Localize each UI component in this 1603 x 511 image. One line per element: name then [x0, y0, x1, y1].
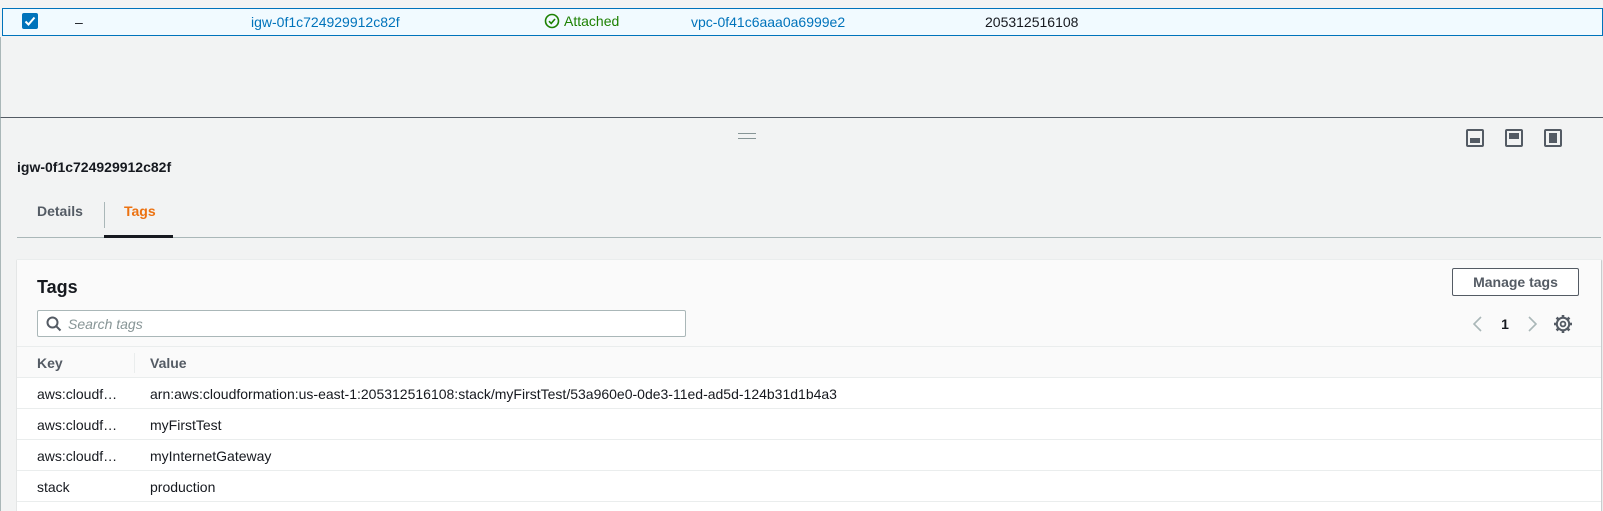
row-state: Attached: [544, 13, 619, 29]
manage-tags-button[interactable]: Manage tags: [1452, 268, 1579, 296]
tag-key: stack: [37, 479, 70, 495]
search-tags-field[interactable]: [37, 310, 686, 337]
tab-list: Details Tags: [17, 193, 1601, 238]
tags-title: Tags: [37, 277, 78, 297]
table-row: aws:cloudf… arn:aws:cloudformation:us-ea…: [17, 378, 1601, 409]
row-owner: 205312516108: [985, 14, 1079, 30]
table-row: aws:cloudf… myFirstTest: [17, 409, 1601, 440]
search-icon: [46, 316, 62, 332]
tag-value: myFirstTest: [150, 417, 222, 433]
table-empty-area: [0, 37, 1603, 117]
search-input[interactable]: [68, 314, 668, 334]
tab-tags[interactable]: Tags: [104, 193, 173, 238]
selected-table-row[interactable]: – igw-0f1c724929912c82f Attached vpc-0f4…: [2, 8, 1603, 36]
split-panel: igw-0f1c724929912c82f Details Tags Tags …: [0, 117, 1603, 511]
split-panel-title: igw-0f1c724929912c82f: [17, 159, 172, 175]
table-row: stack production: [17, 471, 1601, 502]
column-divider[interactable]: [134, 353, 135, 373]
chevron-right-icon: [1528, 316, 1538, 332]
panel-full-icon[interactable]: [1544, 129, 1562, 147]
gear-icon[interactable]: [1553, 314, 1573, 334]
table-row: aws:cloudf… myInternetGateway: [17, 440, 1601, 471]
panel-side-icon[interactable]: [1505, 129, 1523, 147]
tag-value: arn:aws:cloudformation:us-east-1:2053125…: [150, 386, 837, 402]
tag-value: myInternetGateway: [150, 448, 272, 464]
row-checkbox[interactable]: [22, 13, 38, 29]
tag-key: aws:cloudf…: [37, 386, 118, 402]
panel-bottom-icon[interactable]: [1466, 129, 1484, 147]
tag-key: aws:cloudf…: [37, 448, 118, 464]
row-state-label: Attached: [564, 13, 620, 29]
row-name: –: [75, 14, 83, 30]
tab-details[interactable]: Details: [17, 193, 103, 238]
page-number[interactable]: 1: [1490, 316, 1520, 332]
tags-header: Tags Manage tags 1: [17, 260, 1601, 347]
next-page-button[interactable]: [1520, 312, 1544, 336]
tags-container: Tags Manage tags 1: [17, 259, 1601, 511]
tag-value: production: [150, 479, 216, 495]
row-vpc-id-link[interactable]: vpc-0f41c6aaa0a6999e2: [691, 14, 845, 30]
chevron-left-icon: [1472, 316, 1482, 332]
table-header: Key Value: [17, 347, 1601, 378]
pagination: 1: [1466, 312, 1544, 336]
status-success-icon: [544, 13, 560, 29]
column-header-value[interactable]: Value: [150, 355, 187, 371]
column-header-key[interactable]: Key: [37, 355, 63, 371]
tag-key: aws:cloudf…: [37, 417, 118, 433]
checkbox-checked-icon: [24, 16, 36, 26]
row-igw-id-link[interactable]: igw-0f1c724929912c82f: [251, 14, 400, 30]
prev-page-button[interactable]: [1466, 312, 1490, 336]
drag-handle-icon[interactable]: [738, 133, 756, 139]
